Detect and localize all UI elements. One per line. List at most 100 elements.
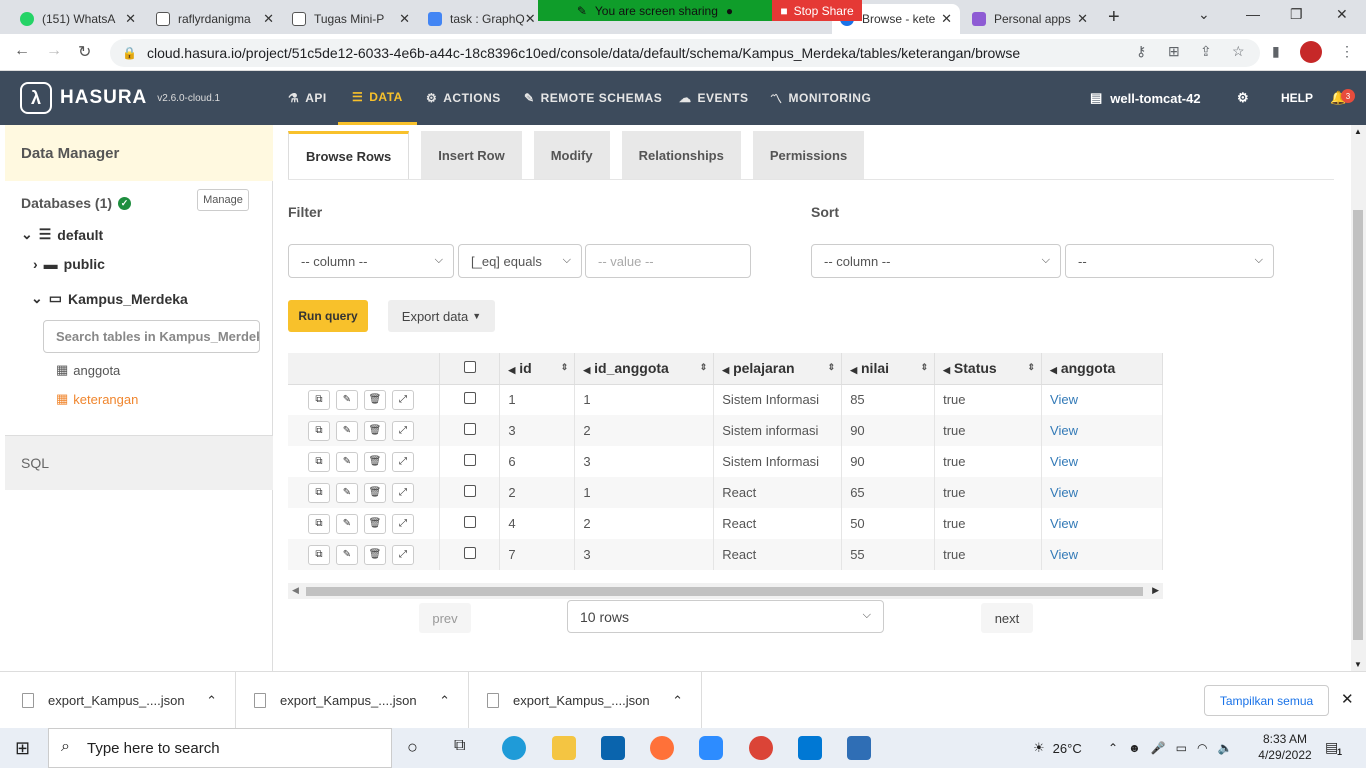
sort-icon[interactable]: ⇕	[921, 362, 929, 373]
table-keterangan[interactable]: ▦ keterangan	[56, 391, 138, 407]
clone-icon[interactable]: ⧉	[308, 389, 330, 410]
edit-icon[interactable]: ✎	[336, 420, 358, 441]
chevron-up-icon[interactable]: ⌃	[439, 693, 450, 709]
wifi-icon[interactable]: ◠	[1197, 741, 1207, 755]
menu-kebab-icon[interactable]: ⋮	[1340, 43, 1354, 60]
expand-icon[interactable]: ⤢	[392, 482, 414, 503]
cell-anggota[interactable]: View	[1041, 539, 1163, 570]
weather-widget[interactable]: ☀ 26°C	[1033, 728, 1082, 768]
column-header-id[interactable]: ◀ id ⇕	[499, 353, 576, 385]
url-input[interactable]: 🔒 cloud.hasura.io/project/51c5de12-6033-…	[110, 39, 1260, 67]
edit-icon[interactable]: ✎	[336, 513, 358, 534]
tab-insert-row[interactable]: Insert Row	[421, 131, 522, 179]
scroll-right-icon[interactable]: ▶	[1152, 585, 1159, 596]
schema-kampus-merdeka[interactable]: ⌄ ▭ Kampus_Merdeka	[31, 290, 188, 307]
people-icon[interactable]: ☻	[1128, 741, 1141, 755]
nav-data[interactable]: ☰ DATA	[338, 71, 417, 125]
clone-icon[interactable]: ⧉	[308, 513, 330, 534]
share-icon[interactable]: ⇪	[1200, 43, 1212, 60]
sort-icon[interactable]: ⇕	[828, 362, 836, 373]
delete-icon[interactable]: 🗑	[364, 451, 386, 472]
scroll-left-icon[interactable]: ◀	[292, 585, 299, 596]
chrome-icon[interactable]	[749, 736, 773, 760]
mail-icon[interactable]	[601, 736, 625, 760]
tab-modify[interactable]: Modify	[533, 131, 610, 179]
run-query-button[interactable]: Run query	[288, 300, 368, 332]
clone-icon[interactable]: ⧉	[308, 544, 330, 565]
filter-value-input[interactable]: -- value --	[585, 244, 751, 278]
expand-icon[interactable]: ⤢	[392, 544, 414, 565]
manage-button[interactable]: Manage	[197, 189, 249, 211]
help-button[interactable]: HELP	[1281, 71, 1313, 125]
cell-anggota[interactable]: View	[1041, 384, 1163, 415]
row-checkbox[interactable]	[464, 423, 477, 435]
select-all-checkbox[interactable]	[464, 361, 477, 374]
cortana-icon[interactable]: ○	[407, 737, 418, 758]
column-header-status[interactable]: ◀ Status ⇕	[934, 353, 1043, 385]
close-icon[interactable]: ✕	[263, 11, 274, 27]
sidepanel-icon[interactable]: ▮	[1272, 43, 1280, 60]
reload-icon[interactable]: ↻	[78, 42, 91, 62]
show-all-downloads-button[interactable]: Tampilkan semua	[1204, 685, 1329, 716]
volume-icon[interactable]: 🔈	[1217, 741, 1232, 755]
scroll-up-icon[interactable]: ▲	[1354, 127, 1362, 136]
clone-icon[interactable]: ⧉	[308, 451, 330, 472]
window-close-icon[interactable]: ✕	[1336, 6, 1348, 23]
delete-icon[interactable]: 🗑	[364, 389, 386, 410]
scroll-down-icon[interactable]: ▼	[1354, 660, 1362, 669]
clone-icon[interactable]: ⧉	[308, 420, 330, 441]
scrollbar-thumb[interactable]	[306, 587, 1143, 596]
sort-icon[interactable]: ⇕	[561, 362, 569, 373]
db-default[interactable]: ⌄ ☰ default	[21, 226, 103, 243]
horizontal-scrollbar[interactable]: ◀ ▶	[288, 583, 1163, 599]
filter-operator-select[interactable]: [_eq] equals ⌵	[458, 244, 582, 278]
browser-tab-task[interactable]: task : GraphQ ✕	[420, 4, 540, 34]
chevron-up-icon[interactable]: ⌃	[672, 693, 683, 709]
delete-icon[interactable]: 🗑	[364, 420, 386, 441]
sort-column-select[interactable]: -- column -- ⌵	[811, 244, 1061, 278]
nav-remote-schemas[interactable]: ✎ REMOTE SCHEMAS	[524, 71, 662, 125]
hasura-logo[interactable]: λ HASURA v2.6.0-cloud.1	[0, 71, 273, 125]
task-view-icon[interactable]: ⧉	[454, 737, 465, 755]
filter-column-select[interactable]: -- column -- ⌵	[288, 244, 454, 278]
nav-events[interactable]: ☁ EVENTS	[679, 71, 749, 125]
table-anggota[interactable]: ▦ anggota	[56, 362, 120, 378]
page-vertical-scrollbar[interactable]: ▲ ▼	[1351, 125, 1366, 671]
column-header-anggota[interactable]: ◀ anggota	[1041, 353, 1163, 385]
close-icon[interactable]: ✕	[399, 11, 410, 27]
cell-anggota[interactable]: View	[1041, 508, 1163, 539]
browser-tab-whatsapp[interactable]: (151) WhatsA ✕	[12, 4, 144, 34]
row-checkbox[interactable]	[464, 454, 477, 466]
cell-anggota[interactable]: View	[1041, 477, 1163, 508]
photos-icon[interactable]	[847, 736, 871, 760]
minimize-icon[interactable]: —	[1246, 6, 1260, 22]
rows-per-page-select[interactable]: 10 rows ⌵	[567, 600, 884, 633]
vertical-scroll-thumb[interactable]	[1353, 210, 1363, 640]
cell-anggota[interactable]: View	[1041, 446, 1163, 477]
sort-direction-select[interactable]: -- ⌵	[1065, 244, 1274, 278]
key-icon[interactable]: ⚷	[1136, 43, 1146, 60]
zoom-icon[interactable]	[699, 736, 723, 760]
edge-icon[interactable]	[502, 736, 526, 760]
export-data-button[interactable]: Export data ▼	[388, 300, 495, 332]
row-checkbox[interactable]	[464, 516, 477, 528]
translate-icon[interactable]: ⊞	[1168, 43, 1180, 60]
chevron-up-icon[interactable]: ⌃	[206, 693, 217, 709]
sql-link[interactable]: SQL	[5, 435, 273, 490]
nav-actions[interactable]: ⚙ ACTIONS	[426, 71, 501, 125]
forward-icon[interactable]: →	[46, 42, 62, 60]
restore-icon[interactable]: ❐	[1290, 6, 1303, 23]
tab-relationships[interactable]: Relationships	[621, 131, 741, 179]
close-icon[interactable]: ✕	[1077, 11, 1088, 27]
prev-page-button[interactable]: prev	[419, 603, 471, 633]
close-downloads-icon[interactable]: ✕	[1341, 690, 1354, 708]
tab-browse-rows[interactable]: Browse Rows	[288, 131, 410, 179]
row-checkbox[interactable]	[464, 485, 477, 497]
browser-tab-personal-apps[interactable]: Personal apps ✕	[964, 4, 1096, 34]
clock[interactable]: 8:33 AM 4/29/2022	[1255, 731, 1315, 763]
tab-permissions[interactable]: Permissions	[752, 131, 865, 179]
stop-share-button[interactable]: ■ Stop Share	[772, 0, 862, 21]
nav-monitoring[interactable]: 〽 MONITORING	[770, 71, 871, 125]
nav-api[interactable]: ⚗ API	[288, 71, 327, 125]
cell-anggota[interactable]: View	[1041, 415, 1163, 446]
